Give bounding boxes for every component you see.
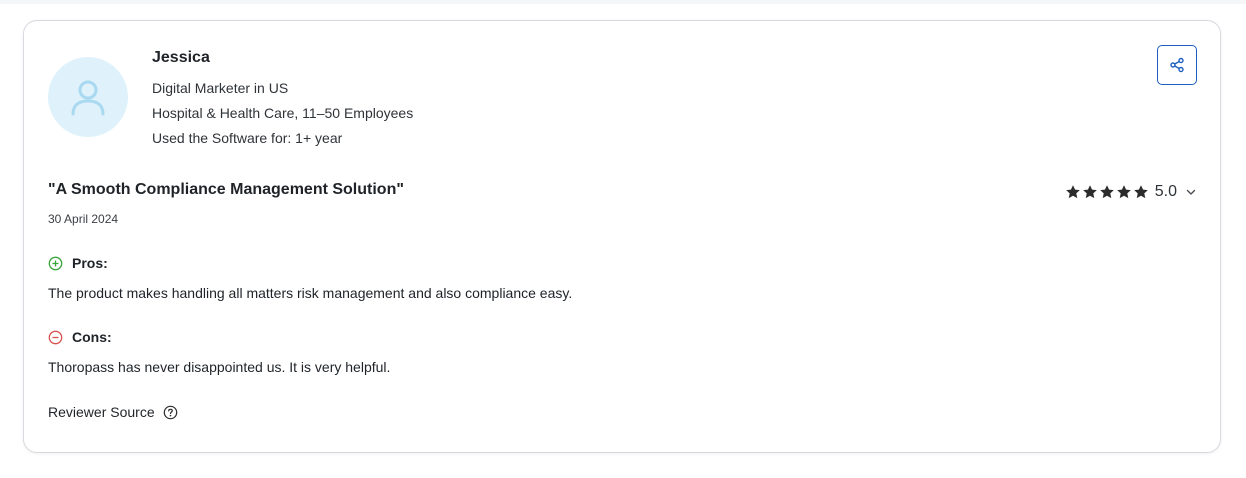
star-icon	[1133, 185, 1148, 199]
reviewer-name: Jessica	[152, 49, 210, 66]
reviewer-role: Digital Marketer in US	[152, 80, 289, 96]
star-icon	[1065, 185, 1080, 199]
plus-circle-icon	[48, 256, 63, 270]
pros-label: Pros:	[72, 255, 108, 271]
review-date: 30 April 2024	[48, 212, 119, 226]
rating-value: 5.0	[1154, 183, 1177, 200]
reviewer-info: Jessica Digital Marketer in US Hospital …	[152, 49, 413, 151]
question-circle-icon	[163, 405, 177, 419]
star-icon	[1116, 185, 1131, 199]
share-icon	[1170, 57, 1184, 73]
reviewer-company: Hospital & Health Care, 11–50 Employees	[152, 105, 414, 121]
help-button[interactable]	[163, 405, 178, 420]
user-icon	[71, 80, 105, 116]
reviewer-source-label: Reviewer Source	[48, 404, 155, 420]
reviewer-avatar	[48, 57, 128, 137]
review-card: Jessica Digital Marketer in US Hospital …	[23, 20, 1221, 453]
review-title: "A Smooth Compliance Management Solution…	[48, 181, 404, 198]
reviewer-source: Reviewer Source	[48, 404, 178, 420]
star-rating	[1065, 184, 1149, 200]
star-icon	[1099, 185, 1114, 199]
pros-heading: Pros:	[48, 255, 108, 271]
share-button[interactable]	[1157, 45, 1197, 85]
cons-text: Thoropass has never disappointed us. It …	[48, 359, 391, 375]
rating-summary[interactable]: 5.0	[1065, 183, 1197, 201]
top-band	[0, 0, 1246, 4]
cons-label: Cons:	[72, 329, 112, 345]
minus-circle-icon	[48, 330, 63, 344]
pros-text: The product makes handling all matters r…	[48, 285, 573, 301]
chevron-down-icon[interactable]	[1185, 186, 1197, 198]
reviewer-usage: Used the Software for: 1+ year	[152, 130, 343, 146]
star-icon	[1082, 185, 1097, 199]
cons-heading: Cons:	[48, 329, 112, 345]
